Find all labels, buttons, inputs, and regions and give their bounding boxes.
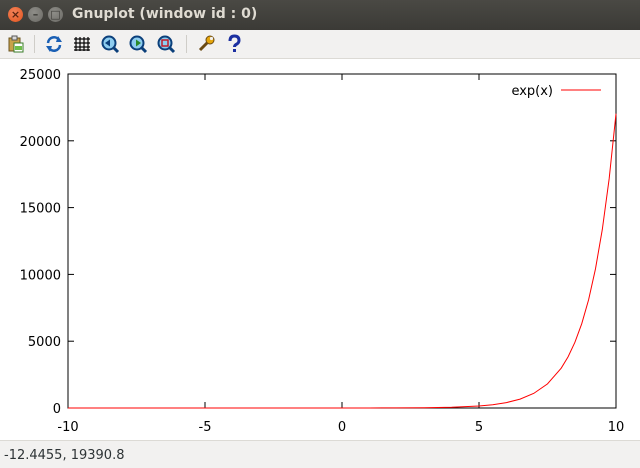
y-tick-label: 25000 — [20, 68, 61, 83]
y-tick-label: 5000 — [28, 335, 61, 350]
replot-arrows-icon — [46, 36, 62, 52]
replot-button[interactable] — [44, 34, 64, 54]
toolbar-separator — [34, 35, 35, 53]
copy-to-clipboard-button[interactable] — [6, 34, 26, 54]
toolbar-separator — [186, 35, 187, 53]
autoscale-button[interactable] — [156, 34, 176, 54]
title-bar: × – □ Gnuplot (window id : 0) — [0, 0, 640, 30]
wrench-icon — [198, 35, 215, 52]
y-tick-label: 20000 — [20, 135, 61, 150]
maximize-window-button[interactable]: □ — [48, 7, 63, 22]
zoom-previous-icon — [101, 35, 120, 54]
zoom-previous-button[interactable] — [100, 34, 120, 54]
zoom-autoscale-icon — [157, 35, 176, 54]
window-title: Gnuplot (window id : 0) — [72, 6, 258, 22]
minimize-icon: – — [32, 8, 39, 21]
y-tick-label: 15000 — [20, 202, 61, 217]
plot-border — [67, 73, 617, 409]
x-tick-label: 5 — [475, 420, 483, 435]
zoom-next-button[interactable] — [128, 34, 148, 54]
legend-label: exp(x) — [511, 84, 553, 99]
plot-area[interactable]: -10 -5 0 5 10 0 5000 10000 15000 20000 25000 exp(x) — [0, 59, 640, 440]
x-tick-label: 10 — [608, 420, 625, 435]
x-tick-label: -10 — [57, 420, 78, 435]
maximize-icon: □ — [50, 8, 61, 21]
y-tick-label: 10000 — [20, 268, 61, 283]
y-tick-label: 0 — [53, 402, 61, 417]
x-tick-label: -5 — [199, 420, 212, 435]
toolbar — [0, 30, 640, 59]
close-icon: × — [10, 8, 21, 21]
close-window-button[interactable]: × — [8, 7, 23, 22]
clipboard-icon — [8, 35, 24, 53]
minimize-window-button[interactable]: – — [28, 7, 43, 22]
zoom-next-icon — [129, 35, 148, 54]
x-tick-label: 0 — [338, 420, 346, 435]
series-line-exp — [68, 113, 617, 409]
chart[interactable]: -10 -5 0 5 10 0 5000 10000 15000 20000 25000 exp(x) — [0, 59, 640, 440]
help-icon — [228, 34, 241, 52]
status-bar: -12.4455, 19390.8 — [0, 440, 640, 468]
options-button[interactable] — [196, 34, 216, 54]
grid-button[interactable] — [72, 34, 92, 54]
mouse-coordinates: -12.4455, 19390.8 — [4, 448, 125, 463]
help-button[interactable] — [224, 34, 244, 54]
grid-icon — [74, 37, 90, 51]
